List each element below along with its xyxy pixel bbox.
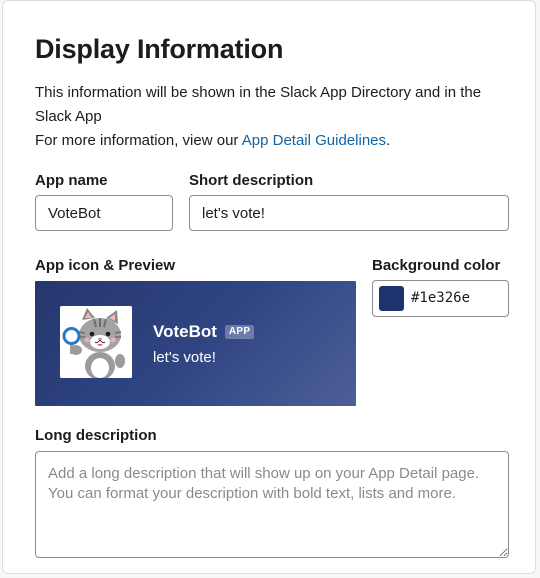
app-icon-preview-label: App icon & Preview xyxy=(35,257,176,274)
app-badge: APP xyxy=(224,325,255,339)
preview-description: let's vote! xyxy=(153,349,216,366)
intro-line-2-suffix: . xyxy=(386,132,391,149)
app-preview-panel: VoteBot APP let's vote! xyxy=(35,281,356,406)
app-name-input[interactable] xyxy=(35,195,173,231)
intro-line-2-prefix: For more information, view our xyxy=(35,132,242,149)
app-name-label: App name xyxy=(35,172,108,189)
app-detail-guidelines-link[interactable]: App Detail Guidelines xyxy=(242,132,386,149)
short-description-input[interactable] xyxy=(189,195,509,231)
display-information-card: Display Information This information wil… xyxy=(2,0,536,574)
background-color-label: Background color xyxy=(372,257,501,274)
page-title: Display Information xyxy=(35,34,284,64)
short-description-label: Short description xyxy=(189,172,314,189)
cat-holding-sign-icon[interactable] xyxy=(60,306,132,378)
color-swatch[interactable] xyxy=(379,286,404,311)
long-description-textarea[interactable] xyxy=(35,451,509,558)
preview-name-row: VoteBot APP xyxy=(153,321,255,343)
background-color-value[interactable]: #1e326e xyxy=(411,289,470,308)
intro-text: This information will be shown in the Sl… xyxy=(35,81,505,153)
long-description-label: Long description xyxy=(35,427,157,444)
intro-line-1: This information will be shown in the Sl… xyxy=(35,84,482,125)
background-color-field[interactable]: #1e326e xyxy=(372,280,509,317)
preview-app-name: VoteBot xyxy=(153,322,217,341)
